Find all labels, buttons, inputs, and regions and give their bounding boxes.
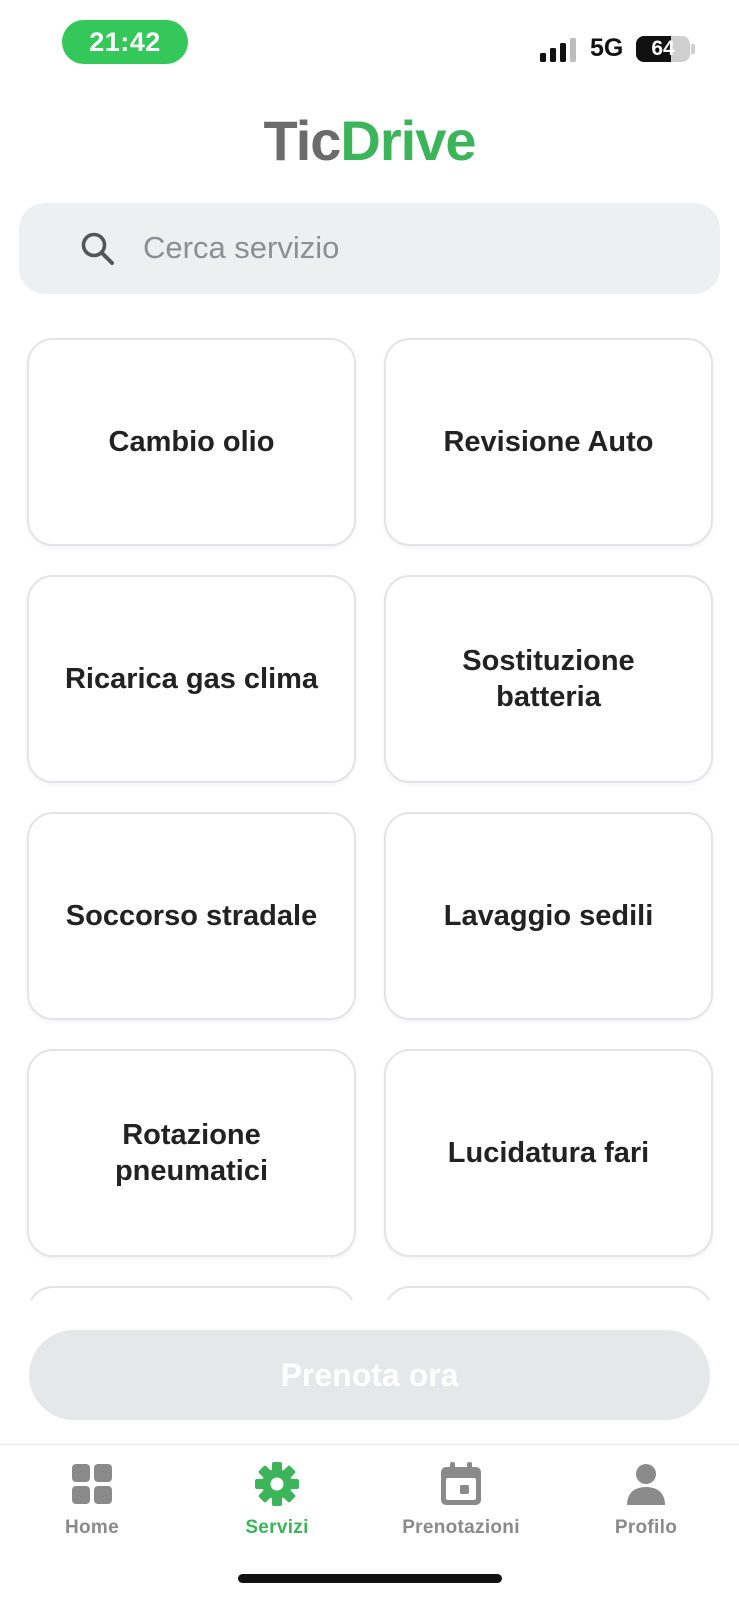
battery-level: 64 [651, 37, 675, 60]
gear-icon [255, 1462, 299, 1506]
tab-servizi[interactable]: Servizi [197, 1459, 357, 1555]
search-bar[interactable] [19, 203, 720, 294]
network-type: 5G [590, 34, 624, 62]
tab-label: Profilo [614, 1517, 678, 1538]
calendar-icon [441, 1462, 481, 1505]
status-bar: 21:42 5G 64 [0, 0, 739, 86]
grid-icon [72, 1464, 112, 1504]
service-card-label: Lavaggio sedili [443, 900, 654, 932]
tab-label: Servizi [245, 1517, 309, 1538]
service-card-soccorso-stradale[interactable]: Soccorso stradale [27, 812, 356, 1020]
tab-label: Prenotazioni [402, 1517, 520, 1538]
service-card-label: Ricarica gas clima [64, 663, 319, 695]
service-card-lavaggio-sedili[interactable]: Lavaggio sedili [384, 812, 713, 1020]
service-card-partial[interactable] [27, 1286, 356, 1300]
service-card-label: Sostituzione batteria [462, 645, 635, 713]
tab-home[interactable]: Home [12, 1459, 172, 1555]
search-input[interactable] [143, 223, 703, 273]
service-card-label: Revisione Auto [443, 426, 654, 458]
services-grid: Cambio olio Revisione Auto Ricarica gas … [27, 338, 713, 1300]
status-time[interactable]: 21:42 [62, 20, 188, 64]
service-card-label: Rotazione pneumatici [114, 1119, 269, 1187]
battery-tip [691, 44, 695, 54]
person-icon [627, 1464, 665, 1505]
battery-icon: 64 [636, 36, 690, 62]
service-card-rotazione-pneumatici[interactable]: Rotazione pneumatici [27, 1049, 356, 1257]
signal-icon [540, 38, 578, 62]
home-indicator [238, 1574, 502, 1583]
logo-part-tic: Tic [263, 109, 342, 172]
service-card-lucidatura-fari[interactable]: Lucidatura fari [384, 1049, 713, 1257]
service-card-ricarica-gas-clima[interactable]: Ricarica gas clima [27, 575, 356, 783]
service-card-sostituzione-batteria[interactable]: Sostituzione batteria [384, 575, 713, 783]
app-logo: TicDrive [0, 108, 739, 173]
service-card-revisione-auto[interactable]: Revisione Auto [384, 338, 713, 546]
book-now-button[interactable]: Prenota ora [29, 1330, 710, 1420]
service-card-cambio-olio[interactable]: Cambio olio [27, 338, 356, 546]
search-icon [81, 232, 114, 265]
services-grid-viewport: Cambio olio Revisione Auto Ricarica gas … [0, 330, 739, 1300]
service-card-label: Lucidatura fari [447, 1137, 650, 1169]
tab-profilo[interactable]: Profilo [566, 1459, 726, 1555]
service-card-label: Soccorso stradale [65, 900, 318, 932]
service-card-partial[interactable] [384, 1286, 713, 1300]
tab-prenotazioni[interactable]: Prenotazioni [381, 1459, 541, 1555]
tab-label: Home [65, 1517, 119, 1538]
logo-part-drive: Drive [340, 109, 476, 172]
service-card-label: Cambio olio [108, 426, 275, 458]
